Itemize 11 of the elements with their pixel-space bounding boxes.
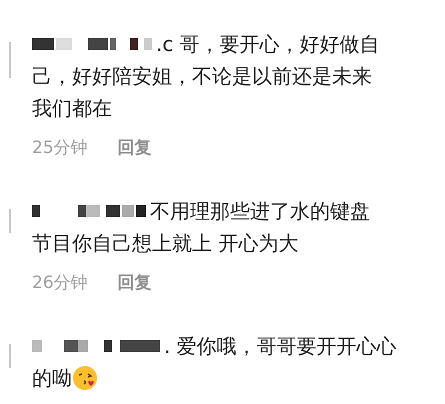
- comment-text: 的呦: [32, 365, 72, 392]
- comment-text: 不用理那些进了水的键盘: [150, 198, 370, 225]
- reply-link[interactable]: 回复: [118, 271, 152, 294]
- reply-link[interactable]: 回复: [118, 136, 152, 159]
- comment-time: 25分钟: [32, 137, 88, 159]
- comment-text: 节目你自己想上就上 开心为大: [32, 230, 298, 257]
- comment-text: .c 哥，要开心，好好做自: [156, 31, 380, 58]
- comment-text: . 爱你哦，哥哥要开开心心: [164, 333, 397, 360]
- comment-time: 26分钟: [32, 272, 88, 294]
- comment-text: 我们都在: [32, 95, 112, 122]
- comment-text: 己，好好陪安姐，不论是以前还是未来: [32, 63, 372, 90]
